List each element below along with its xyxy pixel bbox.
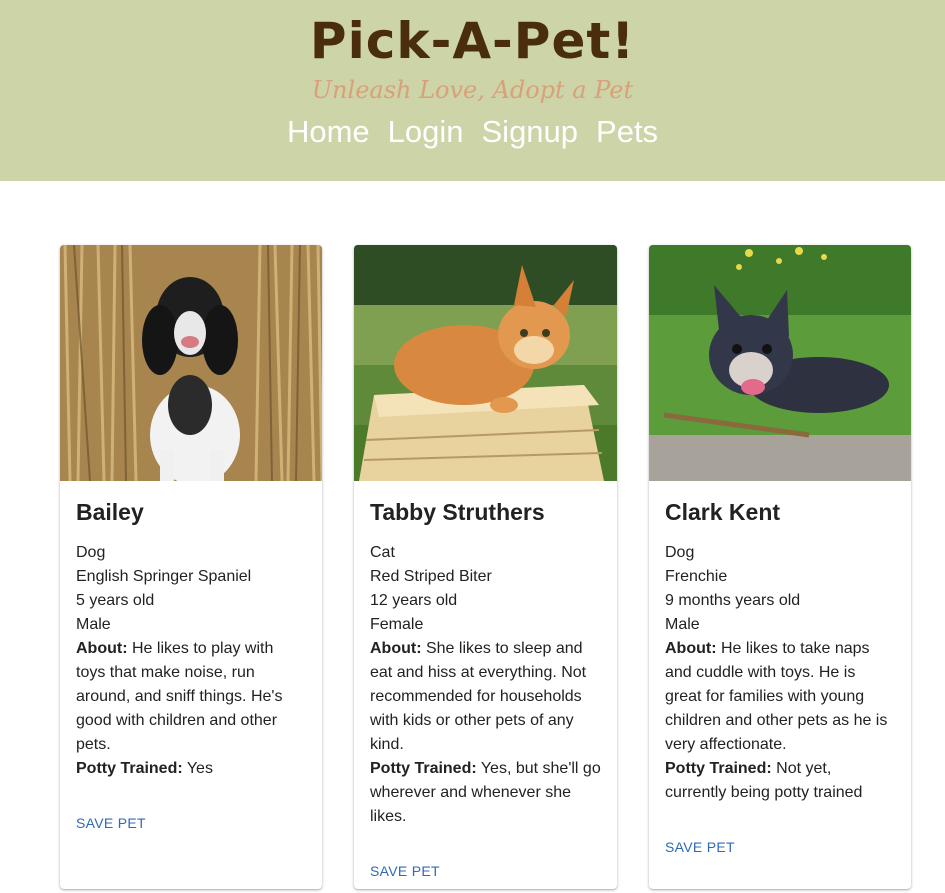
save-pet-button[interactable]: SAVE PET	[366, 859, 444, 883]
site-title: Pick-A-Pet!	[309, 12, 636, 70]
pet-card-list: Bailey Dog English Springer Spaniel 5 ye…	[60, 245, 911, 889]
potty-label: Potty Trained:	[665, 760, 772, 777]
site-tagline: Unleash Love, Adopt a Pet	[311, 76, 634, 104]
nav-signup[interactable]: Signup	[482, 112, 579, 152]
pet-about: About: He likes to play with toys that m…	[76, 637, 306, 757]
nav-pets[interactable]: Pets	[596, 112, 658, 152]
pet-about: About: She likes to sleep and eat and hi…	[370, 637, 601, 757]
pet-sex: Male	[76, 616, 111, 633]
pet-about: About: He likes to take naps and cuddle …	[665, 637, 895, 757]
pet-age: 5 years old	[76, 592, 155, 609]
pet-sex: Female	[370, 616, 424, 633]
nav-login[interactable]: Login	[388, 112, 464, 152]
potty-label: Potty Trained:	[370, 760, 477, 777]
pet-age: 9 months years old	[665, 592, 801, 609]
pet-sex: Male	[665, 616, 700, 633]
save-pet-button[interactable]: SAVE PET	[72, 811, 150, 835]
pet-photo-dog	[60, 245, 322, 481]
about-label: About:	[76, 640, 128, 657]
site-header: Pick-A-Pet! Unleash Love, Adopt a Pet Ho…	[0, 0, 945, 181]
pet-potty: Potty Trained: Not yet, currently being …	[665, 757, 895, 805]
pet-name: Bailey	[76, 499, 144, 525]
pet-species: Dog	[665, 544, 695, 561]
pet-photo-cat	[354, 245, 617, 481]
pet-card: Tabby Struthers Cat Red Striped Biter 12…	[354, 245, 617, 889]
potty-text: Yes	[186, 760, 213, 777]
pet-potty: Potty Trained: Yes, but she'll go wherev…	[370, 757, 601, 829]
potty-label: Potty Trained:	[76, 760, 183, 777]
pet-potty: Potty Trained: Yes	[76, 757, 306, 781]
pet-card: Clark Kent Dog Frenchie 9 months years o…	[649, 245, 911, 889]
pet-species: Cat	[370, 544, 395, 561]
save-pet-button[interactable]: SAVE PET	[661, 835, 739, 859]
main-nav: Home Login Signup Pets	[0, 112, 945, 152]
about-label: About:	[370, 640, 422, 657]
pet-photo-dog	[649, 245, 911, 481]
nav-home[interactable]: Home	[287, 112, 370, 152]
pet-name: Clark Kent	[665, 499, 781, 525]
pet-card: Bailey Dog English Springer Spaniel 5 ye…	[60, 245, 322, 889]
pet-breed: English Springer Spaniel	[76, 568, 252, 585]
pet-age: 12 years old	[370, 592, 458, 609]
pet-breed: Red Striped Biter	[370, 568, 492, 585]
pet-breed: Frenchie	[665, 568, 728, 585]
about-label: About:	[665, 640, 717, 657]
pet-name: Tabby Struthers	[370, 499, 545, 525]
pet-species: Dog	[76, 544, 106, 561]
